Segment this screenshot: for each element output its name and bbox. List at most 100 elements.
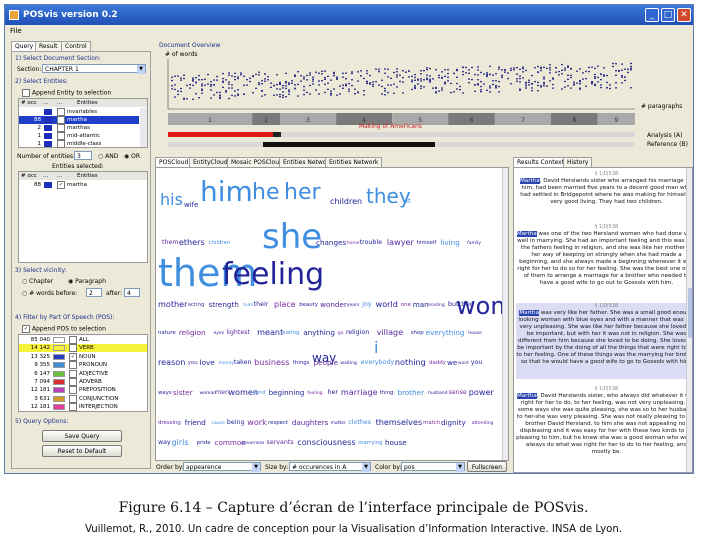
cloud-word[interactable]: changes [316, 239, 346, 246]
cloud-word[interactable]: home [347, 241, 360, 247]
cloud-word[interactable]: woman [200, 391, 216, 397]
save-query-button[interactable]: Save Query [42, 430, 122, 442]
cloud-word[interactable]: everybody [361, 359, 394, 366]
cloud-word[interactable]: world [376, 300, 398, 308]
cloud-word[interactable]: children [330, 198, 362, 206]
append-pos-checkbox[interactable]: ✓ [22, 325, 30, 333]
section-select[interactable]: CHAPTER 1 ▼ [42, 64, 146, 74]
cloud-word[interactable]: her [284, 182, 321, 204]
tab-results-context[interactable]: Results Context [513, 157, 569, 167]
cloud-word[interactable]: meant [257, 328, 283, 336]
cloud-word[interactable]: religion [179, 329, 206, 336]
after-spinner[interactable]: 4 [124, 288, 140, 297]
or-radio[interactable]: ◉ OR [124, 153, 140, 160]
cloud-word[interactable]: years [347, 303, 359, 309]
cloud-word[interactable]: kind [254, 390, 265, 396]
cloud-word[interactable]: wife [184, 202, 198, 209]
context-entry[interactable]: § 1|0|538 Martha was one of the two Hersl… [516, 224, 692, 296]
paragraph-radio[interactable]: ◉ Paragraph [68, 278, 106, 285]
entities-scrollbar[interactable] [140, 108, 147, 147]
cloud-word[interactable]: people [314, 359, 338, 366]
cloud-word[interactable]: mother [158, 300, 187, 308]
cloud-word[interactable]: sense [448, 389, 466, 396]
words-before-radio[interactable]: ○ # words before: [22, 290, 77, 297]
cloud-word[interactable]: living [440, 239, 459, 246]
num-entities-spinner[interactable]: 3 [74, 151, 92, 160]
cloud-word[interactable]: butcher [448, 301, 472, 308]
cloud-word[interactable]: it [406, 198, 411, 205]
cloud-word[interactable]: family [467, 241, 481, 247]
cloud-word[interactable]: feeling [307, 391, 322, 397]
pos-checkbox[interactable] [69, 378, 79, 386]
cloud-word[interactable]: himself [417, 240, 437, 246]
cloud-word[interactable]: eating [282, 330, 299, 336]
pos-checkbox[interactable] [69, 344, 79, 353]
context-entry[interactable]: § 1|0|538 Martha, David Herslands sister … [516, 171, 692, 217]
cloud-word[interactable]: joy [362, 301, 371, 308]
cloud-word[interactable]: being [227, 419, 245, 426]
cloud-tab[interactable]: Mosaic POSCloud [227, 157, 287, 167]
cloud-word[interactable]: consciousness [297, 438, 355, 446]
cloud-word[interactable]: we [447, 359, 457, 366]
selected-checkbox[interactable]: ✓ [57, 181, 67, 189]
cloud-word[interactable]: his [160, 192, 183, 208]
cloud-word[interactable]: pride [197, 440, 211, 446]
cloud-word[interactable]: go [338, 331, 344, 337]
pos-checkbox[interactable] [69, 361, 79, 370]
cloud-word[interactable]: dignity [441, 419, 466, 426]
words-before-spinner[interactable]: 2 [86, 288, 102, 297]
pos-row[interactable]: 14 142 VERB [19, 344, 147, 353]
cloud-word[interactable]: money [218, 361, 233, 367]
cloud-word[interactable]: man [413, 301, 429, 308]
tab-history[interactable]: History [563, 157, 593, 167]
cloud-word[interactable]: friend [185, 419, 206, 426]
cloud-word[interactable]: match [423, 420, 440, 426]
cloud-word[interactable]: nature [158, 330, 176, 336]
pos-row[interactable]: 6 147 ADJECTIVE [19, 369, 147, 378]
cloud-word[interactable]: marriage [341, 388, 378, 396]
cloud-word[interactable]: eyes [214, 331, 225, 337]
entity-row[interactable]: 88 ✓ martha [19, 116, 139, 124]
cloud-word[interactable]: him [200, 178, 253, 206]
cloud-word[interactable]: children [209, 240, 231, 246]
cloud-tab[interactable]: EntityCloud [189, 157, 232, 167]
cloud-word[interactable]: girls [171, 438, 188, 446]
cloud-word[interactable]: i [374, 340, 378, 356]
cloud-word[interactable]: their [254, 301, 269, 308]
entity-checkbox[interactable] [57, 132, 67, 140]
cloud-word[interactable]: reading [428, 303, 445, 309]
cloud-word[interactable]: cause [212, 421, 225, 427]
cloud-word[interactable]: power [469, 388, 494, 396]
pos-row[interactable]: 13 325 ✓ NOUN [19, 352, 147, 361]
pos-row[interactable]: 12 181 PREPOSITION [19, 386, 147, 395]
entity-checkbox[interactable] [57, 108, 67, 116]
cloud-word[interactable]: husband [428, 391, 447, 397]
cloud-word[interactable]: wonder [320, 301, 347, 308]
pos-cloud-canvas[interactable]: his wife him he her children they it she them feel… [155, 167, 509, 461]
cloud-word[interactable]: he [252, 182, 279, 204]
pos-row[interactable]: 12 181 INTERJECTION [19, 403, 147, 412]
cloud-word[interactable]: taken [234, 359, 252, 366]
pos-checkbox[interactable] [69, 403, 79, 412]
entity-row[interactable]: 1 middle-class [19, 140, 139, 148]
maximize-button[interactable]: □ [661, 8, 675, 22]
minimize-button[interactable]: _ [645, 8, 659, 22]
cloud-word[interactable]: everything [426, 329, 465, 336]
reset-default-button[interactable]: Reset to Default [42, 445, 122, 457]
fullscreen-button[interactable]: Fullscreen [467, 461, 507, 472]
cloud-word[interactable]: she [262, 220, 322, 254]
results-scroll-thumb[interactable] [688, 288, 692, 338]
cloud-word[interactable]: daughters [292, 419, 329, 426]
cloud-word[interactable]: them [162, 239, 178, 246]
tab-result[interactable]: Result [35, 41, 62, 51]
cloud-word[interactable]: themselves [376, 418, 423, 426]
cloud-word[interactable]: way [158, 439, 171, 446]
cloud-word[interactable]: love [200, 359, 215, 366]
append-entity-checkbox[interactable] [22, 89, 30, 97]
cloud-word[interactable]: daddy [429, 360, 446, 366]
cloud-word[interactable]: servants [267, 439, 294, 446]
cloud-word[interactable]: strength [209, 301, 239, 308]
context-entry[interactable]: § 1|0|538 Martha, David Herslands sister,… [516, 386, 692, 468]
entity-row[interactable]: 2 marthas [19, 124, 139, 132]
cloud-word[interactable]: things [293, 360, 310, 366]
